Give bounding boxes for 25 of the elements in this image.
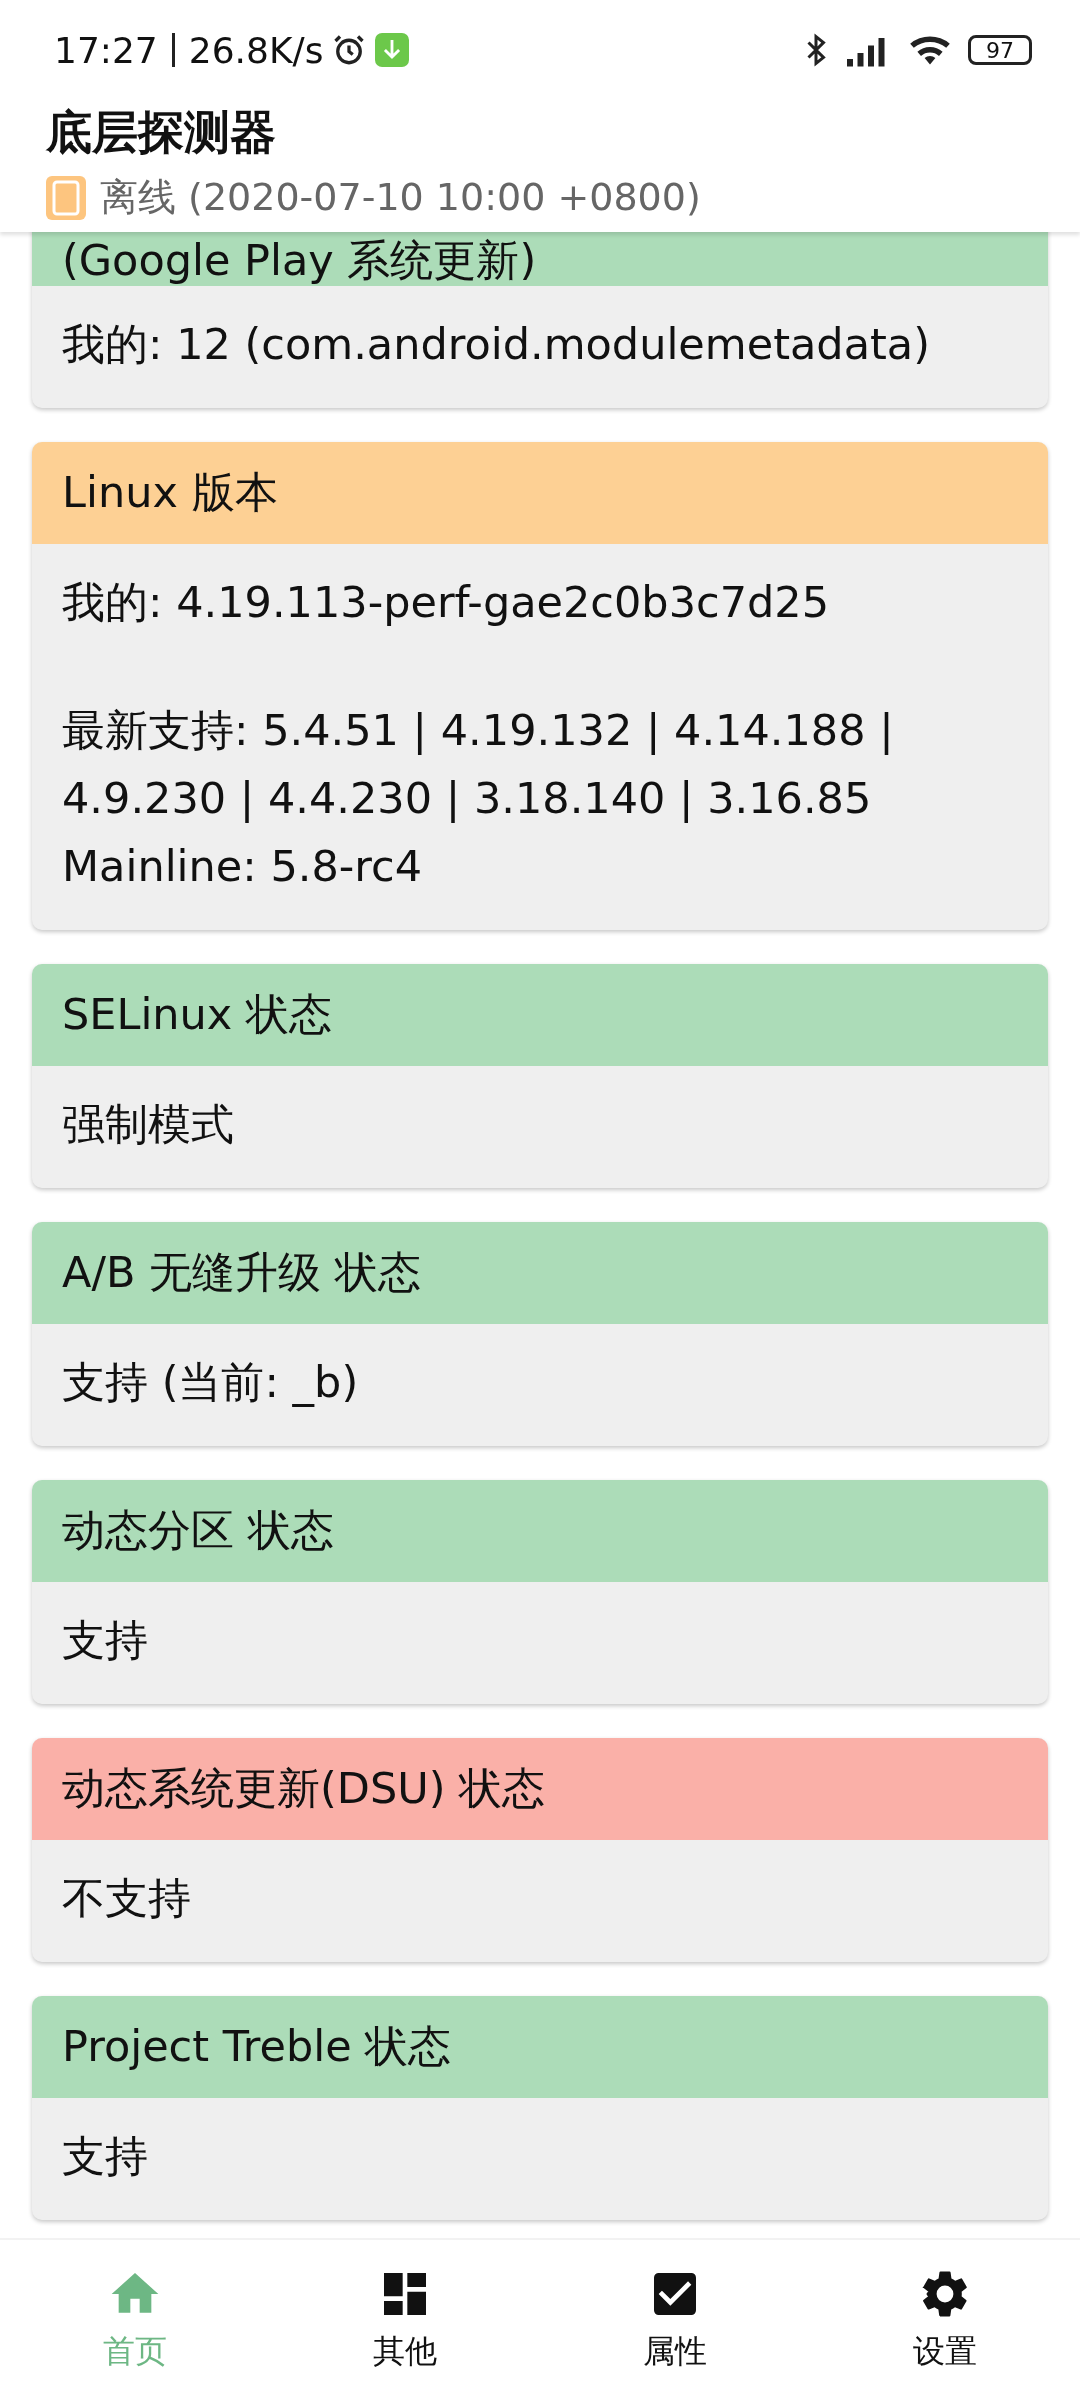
card-text: 我的: 12 (com.android.modulemetadata)	[62, 318, 931, 371]
offline-status: 离线 (2020-07-10 10:00 +0800)	[100, 174, 701, 221]
nav-tab[interactable]: 其他	[270, 2240, 540, 2400]
battery-indicator: 97	[968, 35, 1032, 65]
card-title: (Google Play 系统更新)	[62, 236, 537, 284]
bluetooth-icon	[804, 32, 828, 68]
card-text: 支持	[62, 1614, 149, 1667]
clock-time: 17:27	[54, 29, 158, 71]
card-text: 我的: 4.19.113-perf-gae2c0b3c7d25	[62, 576, 830, 629]
network-speed: 26.8K/s	[188, 29, 324, 71]
card-title: A/B 无缝升级 状态	[62, 1246, 421, 1299]
card-title: 动态系统更新(DSU) 状态	[62, 1762, 546, 1815]
card-text: 强制模式	[62, 1098, 235, 1151]
card-title: SELinux 状态	[62, 988, 332, 1041]
card-text: 支持	[62, 2130, 149, 2183]
download-icon	[375, 33, 410, 67]
nav-tab[interactable]: 属性	[540, 2240, 810, 2400]
card-title: 动态分区 状态	[62, 1504, 334, 1557]
card-title: Linux 版本	[62, 466, 278, 519]
card-text: 支持 (当前: _b)	[62, 1356, 360, 1409]
card-text: 不支持	[62, 1872, 192, 1925]
card-text: 最新支持: 5.4.51 | 4.19.132 | 4.14.188 | 4.9.230 | 4.4.230 | 3.18.140 | 3.16.85 Mainline: 5.8-rc4	[62, 704, 895, 893]
app-title: 底层探测器	[45, 104, 277, 161]
card-title: Project Treble 状态	[62, 2020, 452, 2073]
nav-tab[interactable]: 设置	[810, 2240, 1080, 2400]
